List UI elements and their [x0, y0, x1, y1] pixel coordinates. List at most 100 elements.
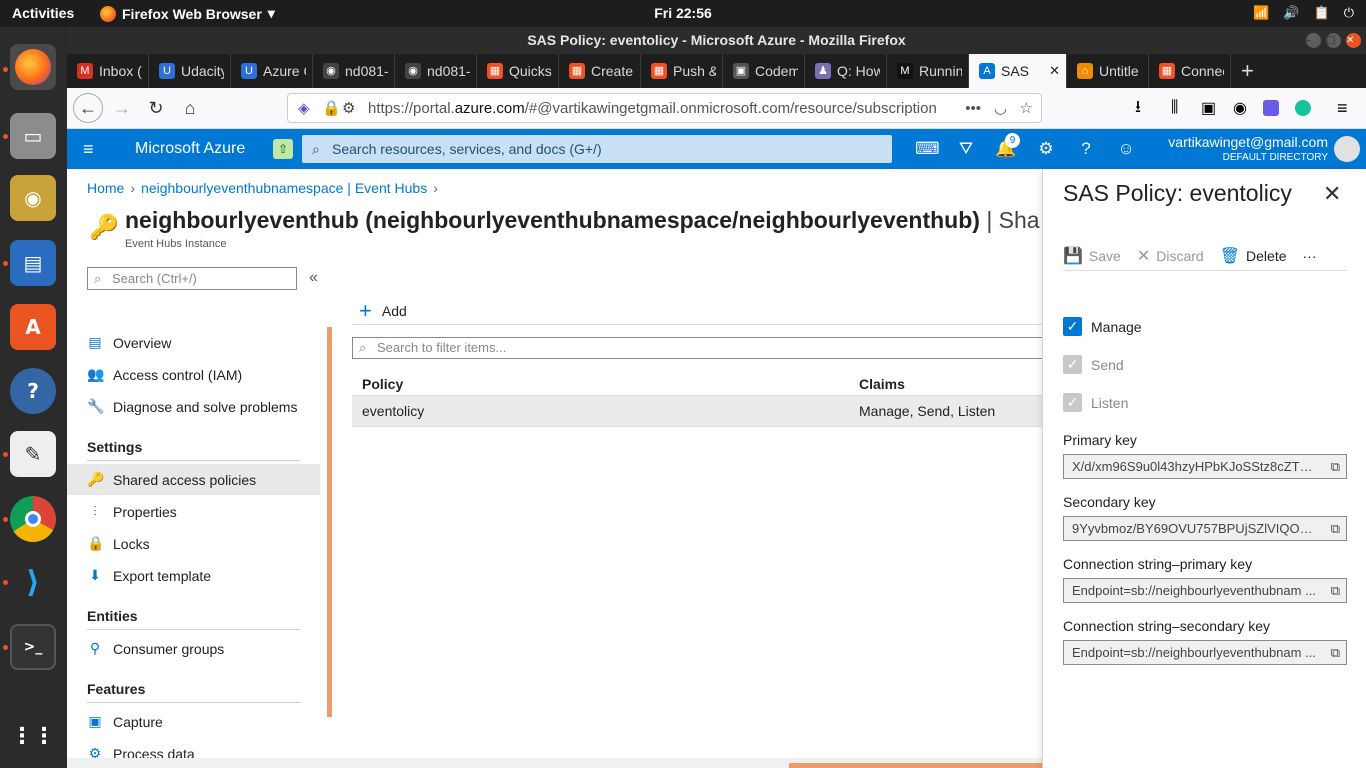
back-button[interactable]: ← — [73, 93, 103, 123]
browser-tab[interactable]: ♟ Q: How — [805, 54, 887, 88]
terminal-dock-icon[interactable]: >_ — [10, 624, 56, 670]
writer-dock-icon[interactable]: ▤ — [10, 240, 56, 286]
browser-tab[interactable]: ▦ Quicks — [477, 54, 559, 88]
close-tab-icon[interactable]: ✕ — [1049, 63, 1060, 79]
browser-tab[interactable]: ◉ nd081- — [313, 54, 395, 88]
browser-tab[interactable]: ◉ nd081- — [395, 54, 477, 88]
bookmark-star-icon[interactable]: ☆ — [1020, 99, 1033, 117]
copy-icon[interactable]: ⧉ — [1331, 455, 1340, 478]
rhythmbox-dock-icon[interactable]: ◉ — [10, 175, 56, 221]
menu-item[interactable]: ▣ Capture — [87, 713, 162, 730]
grammarly-icon[interactable] — [1295, 100, 1311, 116]
upgrade-icon[interactable]: ⇧ — [273, 139, 293, 159]
browser-tab[interactable]: U Udacity — [149, 54, 231, 88]
key-value-field[interactable]: X/d/xm96S9u0l43hzyHPbKJoSStz8cZTm3 ... ⧉ — [1063, 454, 1347, 479]
hamburger-icon[interactable]: ≡ — [83, 139, 94, 160]
browser-tab[interactable]: ▦ Connec — [1149, 54, 1231, 88]
browser-tab[interactable]: M Inbox ( — [67, 54, 149, 88]
system-tray[interactable]: 📶 🔊 📋 ⏻ — [1253, 5, 1354, 21]
key-value-field[interactable]: 9Yyvbmoz/BY69OVU757BPUjSZlVIQObnE... ⧉ — [1063, 516, 1347, 541]
sidebar-icon[interactable]: ▣ — [1201, 98, 1216, 118]
browser-tab[interactable]: ▦ Push & — [641, 54, 723, 88]
browser-tab[interactable]: M Runnin — [887, 54, 969, 88]
filter-input[interactable]: ⌕ Search to filter items... — [352, 337, 1052, 359]
browser-tab[interactable]: ▣ Codem — [723, 54, 805, 88]
permissions-icon[interactable]: ⚙ — [342, 99, 355, 117]
azure-search-input[interactable]: ⌕ Search resources, services, and docs (… — [302, 135, 892, 163]
new-tab-button[interactable]: + — [1241, 58, 1254, 84]
software-dock-icon[interactable]: A — [10, 304, 56, 350]
copy-icon[interactable]: ⧉ — [1331, 641, 1340, 664]
copy-icon[interactable]: ⧉ — [1331, 579, 1340, 602]
table-row[interactable]: eventolicy Manage, Send, Listen — [352, 396, 1042, 427]
browser-tab[interactable]: U Azure C — [231, 54, 313, 88]
forward-button[interactable]: → — [107, 93, 137, 123]
breadcrumb-home[interactable]: Home — [87, 180, 124, 196]
activities-button[interactable]: Activities — [12, 5, 74, 21]
azure-brand[interactable]: Microsoft Azure — [135, 140, 245, 158]
reload-button[interactable]: ↻ — [141, 93, 171, 123]
cloud-shell-icon[interactable]: ⌨ — [915, 138, 940, 160]
claim-checkbox[interactable]: ✓ Listen — [1063, 393, 1128, 412]
menu-icon[interactable]: ≡ — [1337, 98, 1348, 119]
maximize-button[interactable]: □ — [1326, 33, 1341, 48]
vscode-dock-icon[interactable]: ⟩ — [10, 559, 56, 605]
avatar[interactable] — [1334, 136, 1360, 162]
browser-tab[interactable]: A SAS ✕ — [969, 54, 1067, 88]
text-editor-dock-icon[interactable]: ✎ — [10, 431, 56, 477]
feedback-smiley-icon[interactable]: ☺ — [1115, 138, 1137, 160]
url-bar[interactable]: ◈ 🔒 ⚙ https://portal.azure.com/#@vartika… — [287, 93, 1042, 123]
browser-tab[interactable]: ⌂ Untitle — [1067, 54, 1149, 88]
show-apps-icon[interactable]: ⋮⋮ — [10, 713, 56, 759]
pocket-icon[interactable]: ◡ — [994, 99, 1007, 117]
library-icon[interactable]: ⫼ — [1171, 99, 1178, 117]
menu-item[interactable]: 👥 Access control (IAM) — [87, 366, 242, 383]
delete-button[interactable]: 🗑 Delete — [1220, 246, 1287, 266]
help-dock-icon[interactable]: ? — [10, 368, 56, 414]
extension-icon[interactable] — [1263, 100, 1279, 116]
claim-checkbox[interactable]: ✓ Manage — [1063, 317, 1142, 336]
collapse-menu-icon[interactable]: « — [309, 269, 318, 287]
close-icon[interactable]: ✕ — [1323, 181, 1341, 207]
browser-tab[interactable]: ▦ Create — [559, 54, 641, 88]
claim-checkbox[interactable]: ✓ Send — [1063, 355, 1124, 374]
settings-gear-icon[interactable]: ⚙ — [1035, 138, 1057, 160]
menu-item[interactable]: ⚲ Consumer groups — [87, 640, 224, 657]
column-header-policy[interactable]: Policy — [362, 376, 403, 392]
key-value-field[interactable]: Endpoint=sb://neighbourlyeventhubnam ...… — [1063, 578, 1347, 603]
shield-icon[interactable]: ◈ — [298, 99, 310, 117]
menu-scrollbar[interactable] — [327, 327, 332, 717]
add-policy-button[interactable]: + Add — [359, 298, 407, 324]
column-header-claims[interactable]: Claims — [859, 376, 905, 392]
firefox-dock-icon[interactable] — [10, 44, 56, 90]
account-icon[interactable]: ◉ — [1233, 98, 1247, 118]
copy-icon[interactable]: ⧉ — [1331, 517, 1340, 540]
menu-search-input[interactable]: ⌕ Search (Ctrl+/) — [87, 267, 297, 290]
menu-item[interactable]: ⫶ Properties — [87, 503, 177, 520]
save-button[interactable]: 💾 Save — [1063, 246, 1121, 266]
directory-filter-icon[interactable]: ⛛ — [955, 138, 977, 160]
lock-icon[interactable]: 🔒 — [322, 99, 341, 117]
more-options-button[interactable]: ··· — [1303, 248, 1317, 264]
breadcrumb-namespace[interactable]: neighbourlyeventhubnamespace | Event Hub… — [141, 180, 427, 196]
menu-item[interactable]: 🔑 Shared access policies — [87, 471, 256, 488]
key-value-field[interactable]: Endpoint=sb://neighbourlyeventhubnam ...… — [1063, 640, 1347, 665]
menu-item[interactable]: 🔧 Diagnose and solve problems — [87, 398, 297, 415]
discard-button[interactable]: ✕ Discard — [1137, 246, 1204, 266]
help-icon[interactable]: ? — [1075, 138, 1097, 160]
minimize-button[interactable]: – — [1306, 33, 1321, 48]
tab-label: SAS — [1001, 63, 1030, 79]
horizontal-scrollbar-thumb[interactable] — [789, 763, 1042, 768]
user-account[interactable]: vartikawinget@gmail.com DEFAULT DIRECTOR… — [1168, 134, 1328, 166]
downloads-icon[interactable]: ⭳ — [1135, 94, 1141, 123]
menu-item[interactable]: 🔒 Locks — [87, 535, 150, 552]
menu-item[interactable]: ⬇ Export template — [87, 567, 211, 584]
files-dock-icon[interactable]: ▭ — [10, 113, 56, 159]
home-button[interactable]: ⌂ — [175, 93, 205, 123]
chrome-dock-icon[interactable] — [10, 496, 56, 542]
close-window-button[interactable]: ✕ — [1346, 33, 1361, 48]
menu-item[interactable]: ▤ Overview — [87, 334, 171, 351]
app-menu[interactable]: Firefox Web Browser ▾ — [100, 5, 275, 22]
page-actions-icon[interactable]: ••• — [965, 100, 981, 117]
firefox-window: SAS Policy: eventolicy - Microsoft Azure… — [67, 27, 1366, 768]
